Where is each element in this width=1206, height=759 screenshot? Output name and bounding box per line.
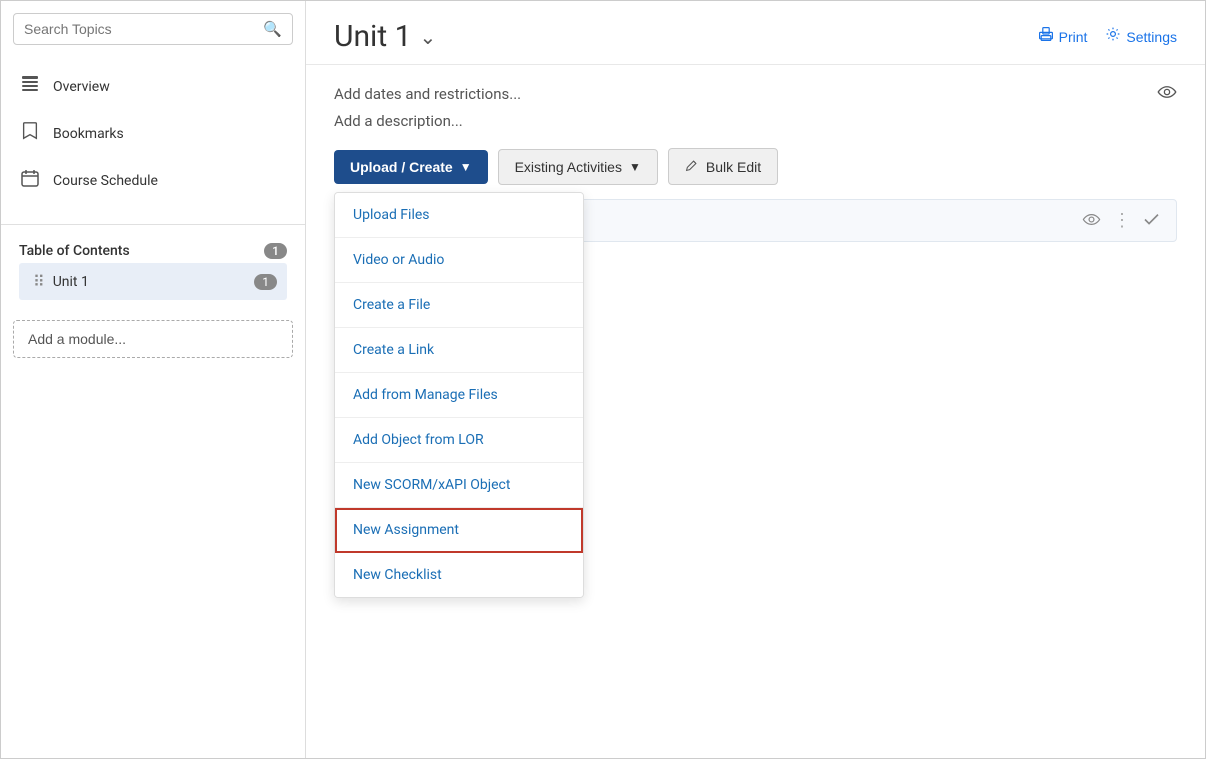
table-icon [19, 74, 41, 99]
header-actions: Print Settings [1038, 26, 1177, 47]
add-description-link[interactable]: Add a description... [334, 112, 1177, 130]
dropdown-item-new-assignment[interactable]: New Assignment [335, 508, 583, 553]
dropdown-item-new-scorm-xapi-label: New SCORM/xAPI Object [353, 477, 510, 493]
content-item-more-icon[interactable]: ⋮ [1113, 210, 1131, 231]
add-dates-row: Add dates and restrictions... [334, 83, 1177, 104]
upload-create-chevron-icon: ▼ [460, 160, 472, 174]
dropdown-item-create-a-link[interactable]: Create a Link [335, 328, 583, 373]
bulk-edit-label: Bulk Edit [706, 159, 761, 175]
main-body: Add dates and restrictions... Add a desc… [306, 65, 1205, 758]
settings-label: Settings [1126, 29, 1177, 45]
visibility-toggle-button[interactable] [1157, 83, 1177, 104]
toc-label: Table of Contents [19, 243, 130, 259]
dropdown-item-create-a-file[interactable]: Create a File [335, 283, 583, 328]
sidebar-item-overview-label: Overview [53, 79, 110, 95]
sidebar-item-overview[interactable]: Overview [1, 63, 305, 110]
search-bar[interactable]: 🔍 [13, 13, 293, 45]
print-button[interactable]: Print [1038, 26, 1088, 47]
dropdown-item-new-scorm-xapi[interactable]: New SCORM/xAPI Object [335, 463, 583, 508]
bulk-edit-button[interactable]: Bulk Edit [668, 148, 778, 185]
bookmark-icon [19, 121, 41, 146]
sidebar-item-bookmarks-label: Bookmarks [53, 126, 124, 142]
unit-title-text: Unit 1 [334, 19, 411, 54]
dropdown-item-upload-files-label: Upload Files [353, 207, 430, 223]
dropdown-item-new-assignment-label: New Assignment [353, 522, 459, 538]
unit-title-chevron-icon[interactable]: ⌄ [419, 25, 436, 49]
sidebar-item-course-schedule-label: Course Schedule [53, 173, 158, 189]
existing-activities-label: Existing Activities [515, 159, 622, 175]
existing-activities-button[interactable]: Existing Activities ▼ [498, 149, 658, 185]
toc-section: Table of Contents 1 ⠿ Unit 1 1 [1, 233, 305, 310]
unit-title: Unit 1 ⌄ [334, 19, 436, 54]
upload-create-button[interactable]: Upload / Create ▼ [334, 150, 488, 184]
existing-activities-chevron-icon: ▼ [629, 160, 641, 174]
bulk-edit-pencil-icon [685, 158, 699, 175]
dropdown-item-upload-files[interactable]: Upload Files [335, 193, 583, 238]
add-dates-link[interactable]: Add dates and restrictions... [334, 85, 521, 103]
dropdown-item-add-object-from-lor-label: Add Object from LOR [353, 432, 484, 448]
dropdown-item-create-a-file-label: Create a File [353, 297, 430, 313]
drag-handle-icon: ⠿ [33, 272, 45, 291]
sidebar-nav: Overview Bookmarks Course Schedule [1, 63, 305, 216]
dropdown-item-add-from-manage-files[interactable]: Add from Manage Files [335, 373, 583, 418]
settings-button[interactable]: Settings [1105, 26, 1177, 47]
calendar-icon [19, 168, 41, 193]
dropdown-item-new-checklist-label: New Checklist [353, 567, 442, 583]
toc-header: Table of Contents 1 [19, 243, 287, 259]
dropdown-item-video-or-audio-label: Video or Audio [353, 252, 444, 268]
sidebar-item-course-schedule[interactable]: Course Schedule [1, 157, 305, 204]
dropdown-item-create-a-link-label: Create a Link [353, 342, 434, 358]
toc-unit-1-badge: 1 [254, 274, 277, 290]
sidebar-divider [1, 224, 305, 225]
main-header: Unit 1 ⌄ Print [306, 1, 1205, 65]
upload-create-dropdown: Upload Files Video or Audio Create a Fil… [334, 192, 584, 598]
toc-badge: 1 [264, 243, 287, 259]
search-input[interactable] [24, 21, 263, 37]
dropdown-scroll: Upload Files Video or Audio Create a Fil… [335, 193, 583, 597]
dropdown-item-video-or-audio[interactable]: Video or Audio [335, 238, 583, 283]
settings-icon [1105, 26, 1121, 47]
content-item-visibility-icon[interactable] [1082, 211, 1101, 231]
add-module-button[interactable]: Add a module... [13, 320, 293, 358]
print-label: Print [1059, 29, 1088, 45]
toc-unit-1[interactable]: ⠿ Unit 1 1 [19, 263, 287, 300]
content-item-actions: ⋮ [1082, 210, 1160, 231]
add-module-label: Add a module... [28, 331, 126, 347]
toolbar: Upload / Create ▼ Existing Activities ▼ … [334, 148, 1177, 185]
toc-unit-1-label: Unit 1 [53, 274, 89, 290]
search-icon: 🔍 [263, 20, 282, 38]
print-icon [1038, 26, 1054, 47]
upload-create-label: Upload / Create [350, 159, 453, 175]
sidebar: 🔍 Overview Bookmarks [1, 1, 306, 758]
dropdown-item-add-object-from-lor[interactable]: Add Object from LOR [335, 418, 583, 463]
sidebar-item-bookmarks[interactable]: Bookmarks [1, 110, 305, 157]
dropdown-item-new-checklist[interactable]: New Checklist [335, 553, 583, 597]
content-item-check-icon[interactable] [1143, 210, 1160, 231]
dropdown-item-add-from-manage-files-label: Add from Manage Files [353, 387, 498, 403]
main-content: Unit 1 ⌄ Print [306, 1, 1205, 758]
unit-left: ⠿ Unit 1 [33, 272, 89, 291]
